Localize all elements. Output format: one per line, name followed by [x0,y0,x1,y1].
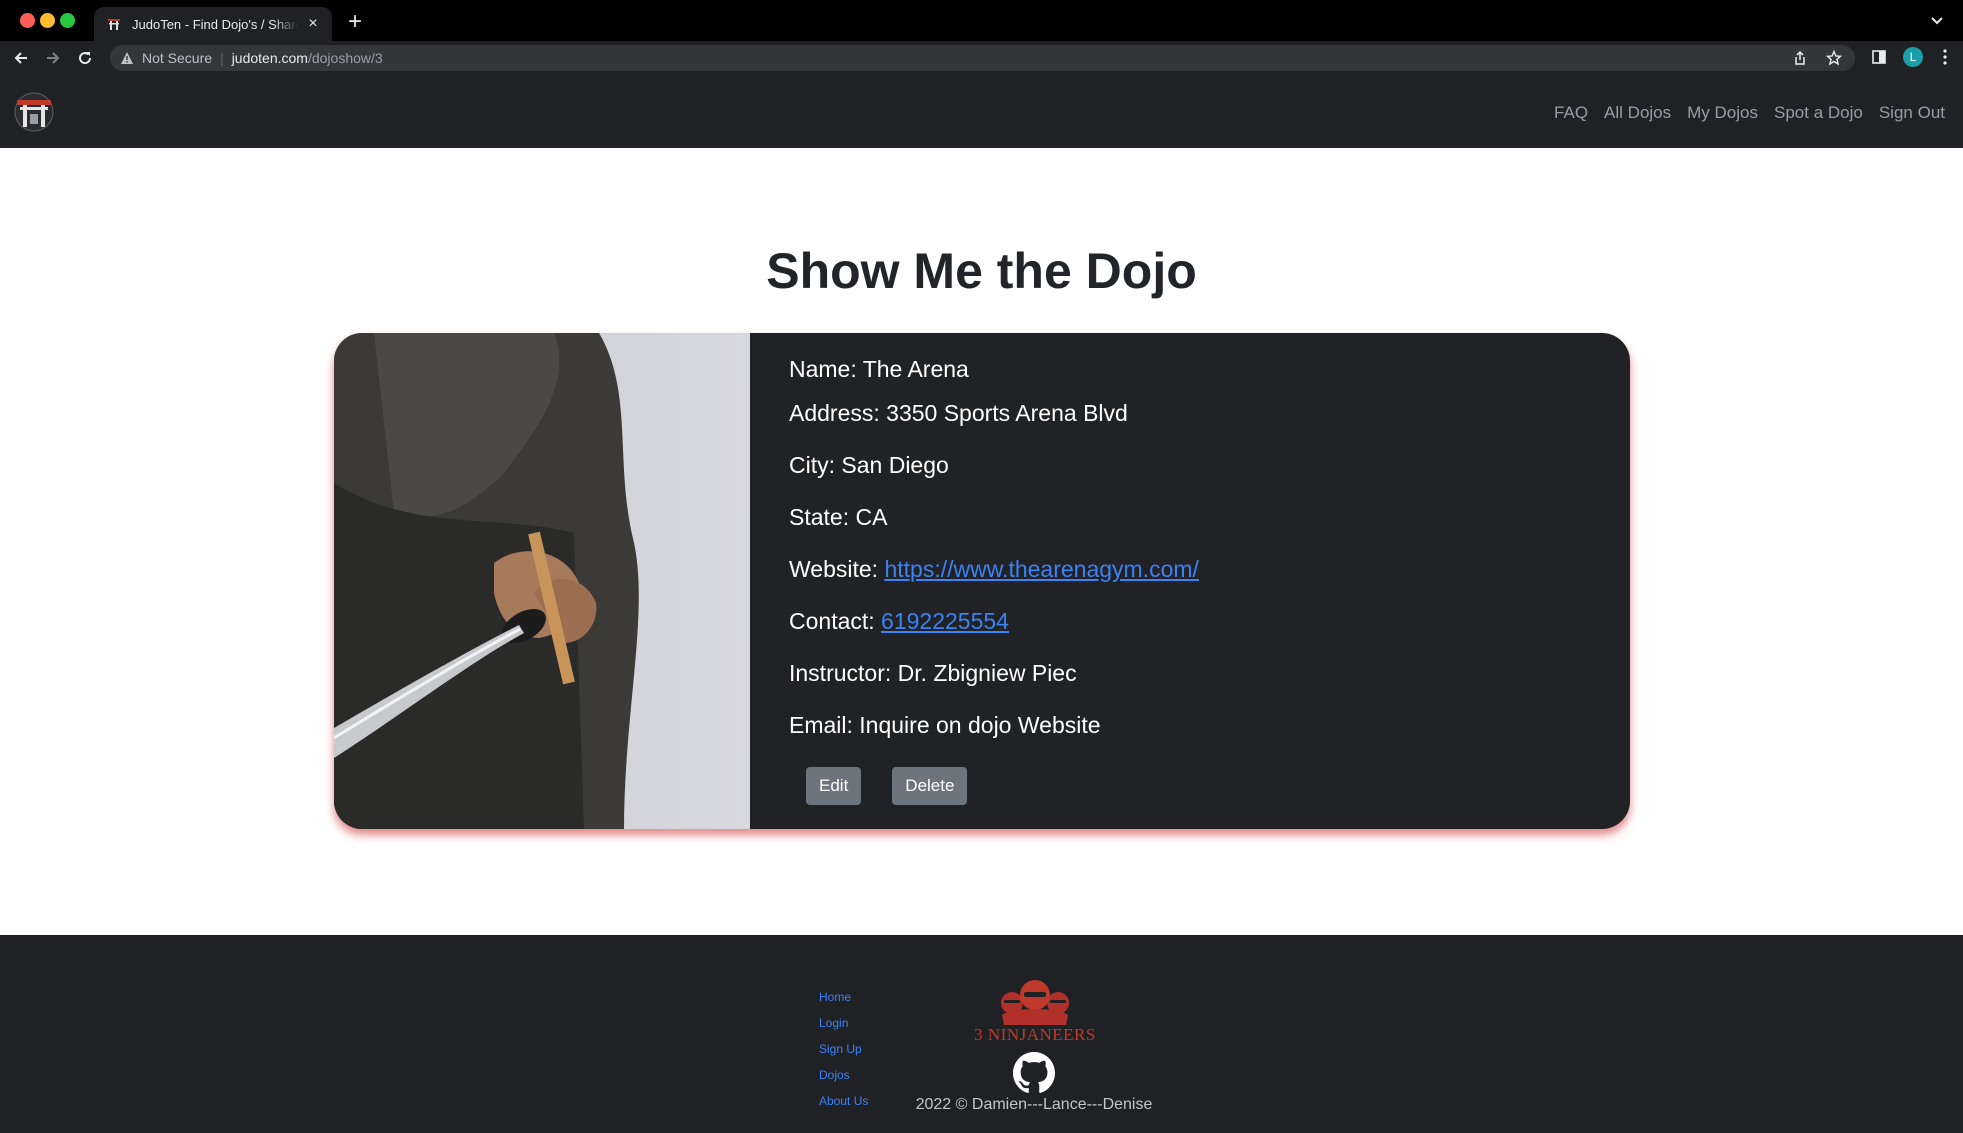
forward-icon[interactable] [42,47,64,69]
security-label[interactable]: Not Secure [142,50,212,66]
dojo-state: State: CA [789,504,888,530]
sidepanel-icon[interactable] [1869,47,1889,67]
minimize-window-button[interactable] [40,13,55,28]
footer-link-home[interactable]: Home [819,990,868,1005]
browser-toolbar: Not Secure | judoten.com /dojoshow/3 L [0,41,1963,75]
share-icon[interactable] [1791,49,1809,67]
profile-avatar[interactable]: L [1903,47,1923,67]
footer-link-dojos[interactable]: Dojos [819,1068,868,1083]
maximize-window-button[interactable] [60,13,75,28]
phone-link[interactable]: 6192225554 [881,608,1009,634]
star-icon[interactable] [1825,49,1843,67]
nav-link-my-dojos[interactable]: My Dojos [1687,103,1758,123]
github-icon[interactable] [1013,1052,1055,1094]
brand-name: 3 NINJANEERS [974,1025,1096,1044]
address-bar[interactable]: Not Secure | judoten.com /dojoshow/3 [110,45,1855,71]
menu-icon[interactable] [1939,47,1951,67]
dojo-address: Address: 3350 Sports Arena Blvd [789,400,1128,426]
dojo-website-row: Website: https://www.thearenagym.com/ [789,555,1199,583]
page-title: Show Me the Dojo [766,243,1197,299]
website-link[interactable]: https://www.thearenagym.com/ [884,556,1198,582]
chevron-down-icon[interactable] [1929,12,1945,28]
dojo-details: Name: The Arena Address: 3350 Sports Are… [789,355,1199,763]
footer-link-sign-up[interactable]: Sign Up [819,1042,868,1057]
contact-label: Contact: [789,608,875,634]
dojo-name: Name: The Arena [789,356,969,382]
reload-icon[interactable] [74,47,96,69]
url-path: /dojoshow/3 [307,50,383,66]
back-icon[interactable] [10,47,32,69]
url-separator: | [220,50,224,66]
dojo-contact-row: Contact: 6192225554 [789,607,1199,635]
new-tab-icon[interactable]: + [344,8,366,36]
dojo-photo [334,333,750,829]
copyright-text: 2022 © Damien---Lance---Denise [915,1096,1153,1113]
warning-icon [120,51,134,65]
nav-link-spot-a-dojo[interactable]: Spot a Dojo [1774,103,1863,123]
close-tab-icon[interactable]: × [304,15,322,33]
card-actions: Edit Delete [806,767,968,805]
browser-tab[interactable]: JudoTen - Find Dojo's / Share Dojo's × [94,7,332,41]
footer-link-login[interactable]: Login [819,1016,868,1031]
delete-button[interactable]: Delete [892,767,968,805]
dojo-card: Name: The Arena Address: 3350 Sports Are… [334,333,1630,829]
tab-title: JudoTen - Find Dojo's / Share Dojo's [132,16,298,32]
torii-favicon-icon [106,16,122,32]
url-host: judoten.com [231,50,308,66]
torii-logo-icon[interactable] [12,92,56,132]
nav-link-all-dojos[interactable]: All Dojos [1604,103,1671,123]
browser-tab-bar: JudoTen - Find Dojo's / Share Dojo's × + [0,0,1963,41]
site-navbar: FAQ All Dojos My Dojos Spot a Dojo Sign … [0,75,1963,148]
nav-link-sign-out[interactable]: Sign Out [1879,103,1945,123]
close-window-button[interactable] [20,13,35,28]
website-label: Website: [789,556,879,582]
nav-link-faq[interactable]: FAQ [1554,103,1588,123]
dojo-instructor: Instructor: Dr. Zbigniew Piec [789,660,1077,686]
primary-nav: FAQ All Dojos My Dojos Spot a Dojo Sign … [1554,103,1945,123]
dojo-email: Email: Inquire on dojo Website [789,712,1101,738]
dojo-city: City: San Diego [789,452,949,478]
edit-button[interactable]: Edit [806,767,862,805]
site-footer: Home Login Sign Up Dojos About Us 3 NINJ… [0,935,1963,1133]
